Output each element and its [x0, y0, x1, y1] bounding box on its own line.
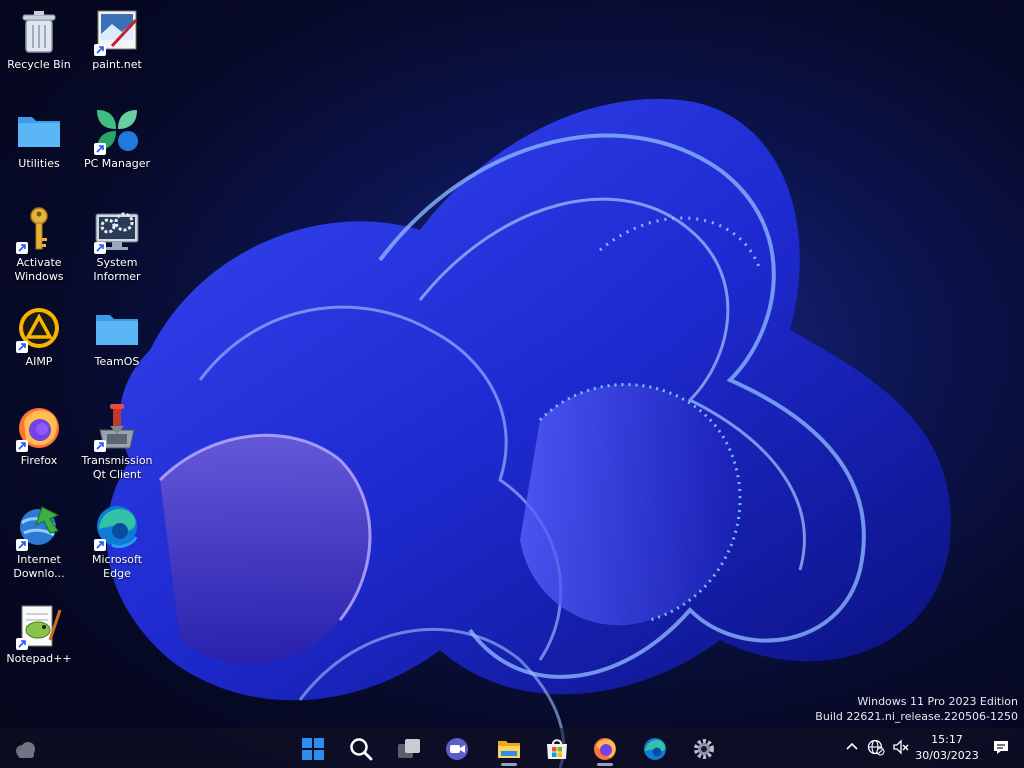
speaker-muted-icon — [893, 739, 909, 755]
shortcut-arrow-icon — [16, 242, 28, 254]
clock-time: 15:17 — [931, 733, 963, 746]
edition-text: Windows 11 Pro 2023 Edition — [857, 695, 1018, 708]
network-status-button[interactable] — [867, 738, 887, 758]
notification-icon — [994, 741, 1008, 754]
microsoft-store-button[interactable] — [539, 732, 575, 766]
shortcut-arrow-icon — [16, 539, 28, 551]
desktop-icon-utilities[interactable]: Utilities — [0, 99, 78, 191]
clock-date: 30/03/2023 — [915, 749, 979, 762]
key-icon — [14, 204, 64, 254]
task-view-icon — [398, 739, 420, 758]
icon-label: Activate Windows — [14, 256, 64, 283]
shortcut-arrow-icon — [94, 242, 106, 254]
desktop-icon-activate-windows[interactable]: Activate Windows — [0, 198, 78, 290]
desktop-icon-internet-download-manager[interactable]: Internet Downlo... — [0, 495, 78, 587]
globe-no-internet-icon — [867, 739, 885, 756]
search-icon — [350, 738, 373, 761]
store-icon — [547, 739, 567, 759]
gear-icon — [694, 739, 714, 759]
edition-watermark: Windows 11 Pro 2023 Edition Build 22621.… — [815, 694, 1018, 724]
firefox-icon — [14, 402, 64, 452]
notifications-button[interactable] — [992, 738, 1012, 758]
shortcut-arrow-icon — [16, 341, 28, 353]
desktop-icon-microsoft-edge[interactable]: Microsoft Edge — [78, 495, 156, 587]
folder-icon — [14, 105, 64, 155]
running-indicator — [597, 763, 613, 766]
file-explorer-button[interactable] — [491, 732, 527, 766]
icon-label: Firefox — [20, 454, 58, 467]
meet-button[interactable] — [439, 732, 475, 766]
paint-net-icon — [92, 6, 142, 56]
shortcut-arrow-icon — [16, 440, 28, 452]
system-informer-icon — [92, 204, 142, 254]
icon-label: Recycle Bin — [7, 58, 71, 71]
transmission-icon — [92, 402, 142, 452]
chevron-up-icon — [846, 742, 858, 750]
desktop-icon-notepad-plus-plus[interactable]: Notepad++ — [0, 594, 78, 686]
pc-manager-icon — [92, 105, 142, 155]
desktop-icon-aimp[interactable]: AIMP — [0, 297, 78, 389]
internet-download-manager-icon — [14, 501, 64, 551]
desktop-icon-recycle-bin[interactable]: Recycle Bin — [0, 0, 78, 92]
icon-label: paint.net — [92, 58, 142, 71]
desktop-icon-pc-manager[interactable]: PC Manager — [78, 99, 156, 191]
aimp-icon — [14, 303, 64, 353]
icon-label: System Informer — [93, 256, 141, 283]
running-indicator — [501, 763, 517, 766]
video-camera-icon — [446, 738, 468, 760]
shortcut-arrow-icon — [94, 44, 106, 56]
shortcut-arrow-icon — [94, 143, 106, 155]
desktop: Recycle Bin paint.net Utilities PC Manag… — [0, 0, 1024, 728]
settings-button[interactable] — [686, 732, 722, 766]
desktop-icon-system-informer[interactable]: System Informer — [78, 198, 156, 290]
edge-icon — [644, 738, 666, 760]
desktop-icon-firefox[interactable]: Firefox — [0, 396, 78, 488]
icon-label: Notepad++ — [6, 652, 72, 665]
icon-label: AIMP — [25, 355, 53, 368]
desktop-icon-teamos[interactable]: TeamOS — [78, 297, 156, 389]
shortcut-arrow-icon — [94, 440, 106, 452]
notepad-plus-plus-icon — [14, 600, 64, 650]
folder-icon — [92, 303, 142, 353]
icon-label: TeamOS — [94, 355, 140, 368]
icon-label: PC Manager — [83, 157, 151, 170]
taskbar — [0, 728, 1024, 768]
shortcut-arrow-icon — [16, 638, 28, 650]
edge-taskbar-button[interactable] — [637, 732, 673, 766]
edge-icon — [92, 501, 142, 551]
build-text: Build 22621.ni_release.220506-1250 — [815, 710, 1018, 723]
search-button[interactable] — [343, 732, 379, 766]
shortcut-arrow-icon — [94, 539, 106, 551]
icon-label: Transmission Qt Client — [81, 454, 153, 481]
icon-label: Internet Downlo... — [13, 553, 65, 580]
recycle-bin-icon — [14, 6, 64, 56]
clock[interactable]: 15:17 30/03/2023 — [912, 732, 982, 764]
firefox-taskbar-button[interactable] — [587, 732, 623, 766]
file-explorer-icon — [498, 741, 520, 758]
icon-label: Utilities — [18, 157, 60, 170]
task-view-button[interactable] — [391, 732, 427, 766]
start-button[interactable] — [295, 732, 331, 766]
desktop-icon-transmission[interactable]: Transmission Qt Client — [78, 396, 156, 488]
firefox-icon — [594, 738, 616, 760]
icon-label: Microsoft Edge — [91, 553, 143, 580]
volume-button[interactable] — [892, 738, 912, 758]
show-hidden-icons-button[interactable] — [843, 738, 863, 758]
desktop-icon-paint-net[interactable]: paint.net — [78, 0, 156, 92]
windows-logo-icon — [302, 738, 324, 760]
